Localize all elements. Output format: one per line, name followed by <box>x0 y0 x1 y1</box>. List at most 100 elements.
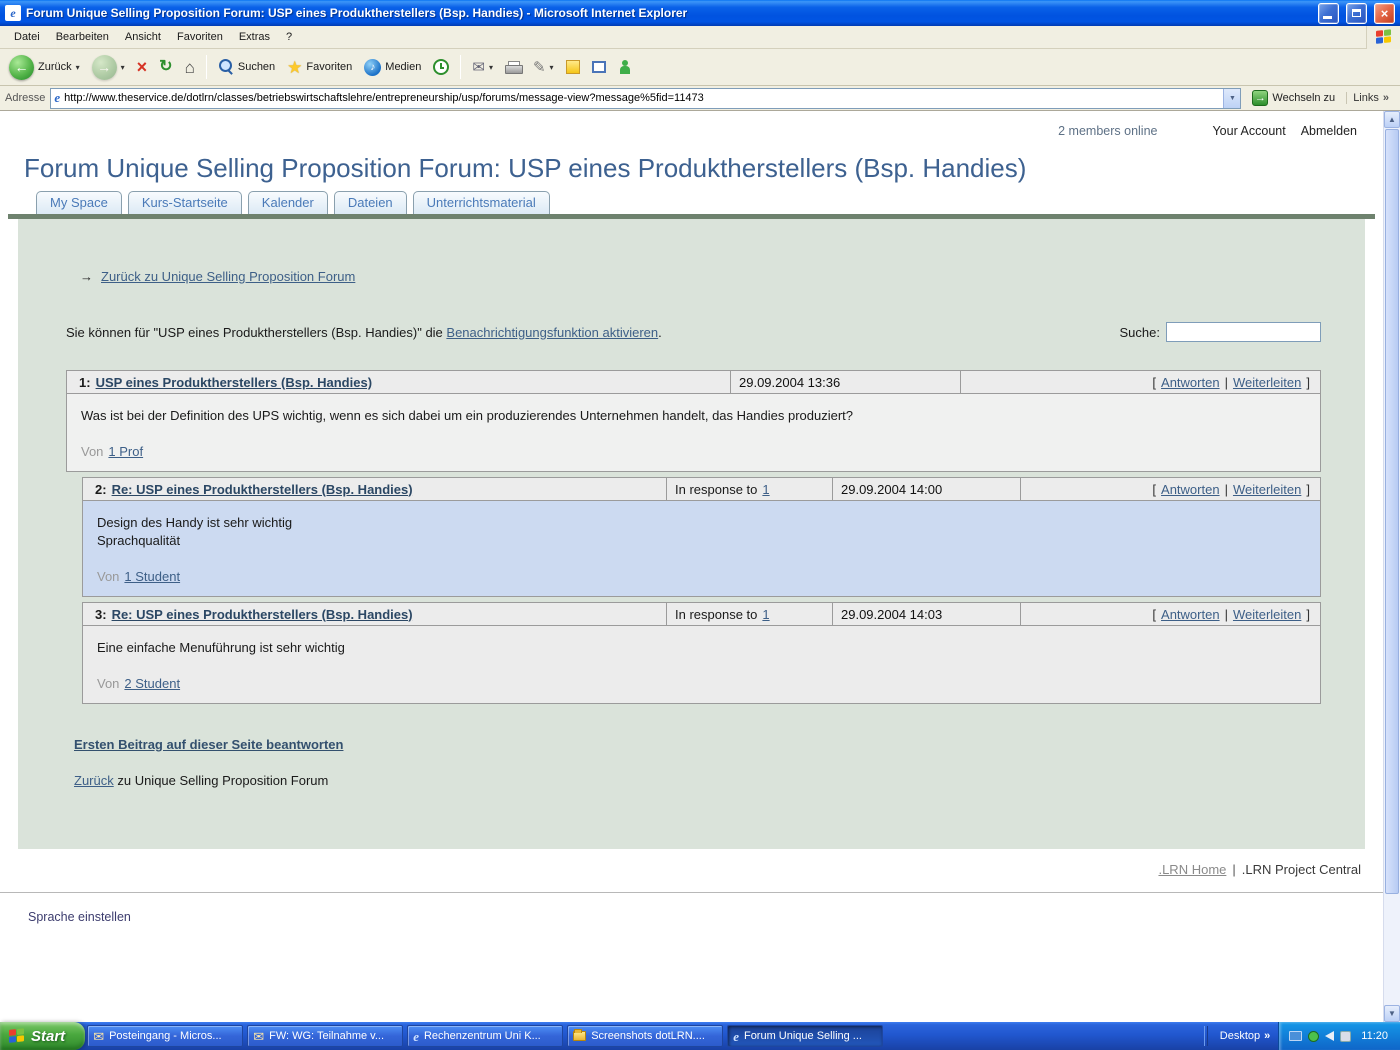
weiterleiten-link[interactable]: Weiterleiten <box>1233 607 1301 622</box>
in-response-label: In response to <box>675 607 757 622</box>
stop-button[interactable]: × <box>132 55 153 79</box>
forum-search-input[interactable] <box>1166 322 1321 342</box>
task-fw-wg-teilnahme[interactable]: ✉ FW: WG: Teilnahme v... <box>247 1025 403 1047</box>
tab-kurs-startseite[interactable]: Kurs-Startseite <box>128 191 242 214</box>
menu-favoriten[interactable]: Favoriten <box>169 28 231 46</box>
reply-first-link[interactable]: Ersten Beitrag auf dieser Seite beantwor… <box>74 737 343 752</box>
links-label: Links <box>1353 92 1379 104</box>
antworten-link[interactable]: Antworten <box>1161 607 1220 622</box>
scroll-down-button[interactable]: ▼ <box>1384 1005 1400 1022</box>
message-text: Was ist bei der Definition des UPS wicht… <box>81 407 1306 425</box>
menu-extras[interactable]: Extras <box>231 28 278 46</box>
start-button[interactable]: Start <box>0 1022 85 1050</box>
author-link[interactable]: 2 Student <box>124 676 180 691</box>
message-title-link[interactable]: USP eines Produktherstellers (Bsp. Handi… <box>96 375 372 390</box>
task-rechenzentrum[interactable]: e Rechenzentrum Uni K... <box>407 1025 563 1047</box>
print-button[interactable] <box>500 58 526 76</box>
refresh-button[interactable]: ↻ <box>154 56 177 78</box>
tab-bar: My Space Kurs-Startseite Kalender Dateie… <box>36 191 1383 214</box>
menu-hilfe[interactable]: ? <box>278 28 300 46</box>
footer-separator: | <box>1232 862 1235 877</box>
links-toolbar[interactable]: Links » <box>1346 92 1395 104</box>
home-button[interactable]: ⌂ <box>180 56 200 79</box>
weiterleiten-link[interactable]: Weiterleiten <box>1233 375 1301 390</box>
outlook-icon: ✉ <box>93 1030 104 1043</box>
messenger-button[interactable] <box>613 57 638 78</box>
address-input[interactable]: e http://www.theservice.de/dotlrn/classe… <box>50 88 1241 109</box>
address-label: Adresse <box>5 92 45 104</box>
forum-message-1: 1: USP eines Produktherstellers (Bsp. Ha… <box>66 370 1321 472</box>
footer-divider <box>0 892 1383 893</box>
mail-button[interactable]: ✉ ▾ <box>467 57 498 78</box>
menu-bearbeiten[interactable]: Bearbeiten <box>48 28 117 46</box>
notification-activate-link[interactable]: Benachrichtigungsfunktion aktivieren <box>446 325 658 340</box>
your-account-link[interactable]: Your Account <box>1212 124 1285 138</box>
tray-status-icon[interactable] <box>1308 1031 1319 1042</box>
task-label: Screenshots dotLRN.... <box>591 1030 705 1042</box>
author-row: Von2 Student <box>97 676 1306 691</box>
volume-icon[interactable] <box>1325 1031 1334 1041</box>
message-title-cell: 3: Re: USP eines Produktherstellers (Bsp… <box>83 603 666 625</box>
menu-datei[interactable]: Datei <box>6 28 48 46</box>
weiterleiten-link[interactable]: Weiterleiten <box>1233 482 1301 497</box>
media-button[interactable]: ♪ Medien <box>359 56 426 79</box>
fullscreen-button[interactable] <box>587 58 611 76</box>
edit-button[interactable]: ✎ ▾ <box>528 57 559 78</box>
task-forum-active[interactable]: e Forum Unique Selling ... <box>727 1025 883 1047</box>
favorites-button[interactable]: ★ Favoriten <box>282 56 357 79</box>
language-link[interactable]: Sprache einstellen <box>28 910 1383 924</box>
scrollbar-thumb[interactable] <box>1385 129 1399 894</box>
go-button[interactable]: → Wechseln zu <box>1246 89 1341 107</box>
bracket-close: ] <box>1306 482 1310 497</box>
back-button[interactable]: ← Zurück ▾ <box>4 52 85 83</box>
messenger-icon <box>618 60 633 75</box>
search-button[interactable]: Suchen <box>213 56 280 78</box>
author-link[interactable]: 1 Student <box>124 569 180 584</box>
close-button[interactable]: × <box>1374 3 1395 24</box>
bracket-open: [ <box>1152 482 1156 497</box>
page-content: 2 members online Your Account Abmelden F… <box>0 111 1383 1022</box>
task-posteingang[interactable]: ✉ Posteingang - Micros... <box>87 1025 243 1047</box>
menu-ansicht[interactable]: Ansicht <box>117 28 169 46</box>
browser-viewport: 2 members online Your Account Abmelden F… <box>0 111 1400 1022</box>
author-link[interactable]: 1 Prof <box>108 444 143 459</box>
window-title: Forum Unique Selling Proposition Forum: … <box>26 6 1311 20</box>
history-button[interactable] <box>428 56 454 78</box>
history-icon <box>433 59 449 75</box>
network-icon[interactable] <box>1289 1031 1302 1041</box>
address-dropdown-button[interactable]: ▼ <box>1223 89 1240 108</box>
minimize-button[interactable] <box>1318 3 1339 24</box>
tab-kalender[interactable]: Kalender <box>248 191 328 214</box>
message-title-link[interactable]: Re: USP eines Produktherstellers (Bsp. H… <box>112 607 413 622</box>
task-label: FW: WG: Teilnahme v... <box>269 1030 384 1042</box>
task-screenshots[interactable]: Screenshots dotLRN.... <box>567 1025 723 1047</box>
back-bottom-link[interactable]: Zurück <box>74 773 114 788</box>
tab-my-space[interactable]: My Space <box>36 191 122 214</box>
media-icon: ♪ <box>364 59 381 76</box>
back-bottom-text: zu Unique Selling Proposition Forum <box>114 773 329 788</box>
arrow-bullet-icon: → <box>80 269 93 284</box>
desktop-toolbar[interactable]: Desktop » <box>1212 1030 1278 1042</box>
antworten-link[interactable]: Antworten <box>1161 375 1220 390</box>
tab-dateien[interactable]: Dateien <box>334 191 407 214</box>
von-label: Von <box>81 444 103 459</box>
lrn-home-link[interactable]: .LRN Home <box>1158 862 1226 877</box>
scroll-up-button[interactable]: ▲ <box>1384 111 1400 128</box>
page-title: Forum Unique Selling Proposition Forum: … <box>24 153 1383 184</box>
message-title-link[interactable]: Re: USP eines Produktherstellers (Bsp. H… <box>112 482 413 497</box>
back-to-forum-link[interactable]: Zurück zu Unique Selling Proposition For… <box>101 269 355 284</box>
tray-app-icon[interactable] <box>1340 1031 1351 1042</box>
vertical-scrollbar[interactable]: ▲ ▼ <box>1383 111 1400 1022</box>
logout-link[interactable]: Abmelden <box>1301 124 1357 138</box>
author-row: Von1 Student <box>97 569 1306 584</box>
scrollbar-track[interactable] <box>1384 895 1400 1005</box>
message-text: Sprachqualität <box>97 532 1306 550</box>
antworten-link[interactable]: Antworten <box>1161 482 1220 497</box>
forward-button[interactable]: → ▾ <box>87 52 130 83</box>
in-response-link[interactable]: 1 <box>762 607 769 622</box>
discuss-button[interactable] <box>561 57 585 77</box>
restore-icon <box>1352 9 1361 17</box>
tab-unterrichtsmaterial[interactable]: Unterrichtsmaterial <box>413 191 550 214</box>
in-response-link[interactable]: 1 <box>762 482 769 497</box>
restore-button[interactable] <box>1346 3 1367 24</box>
